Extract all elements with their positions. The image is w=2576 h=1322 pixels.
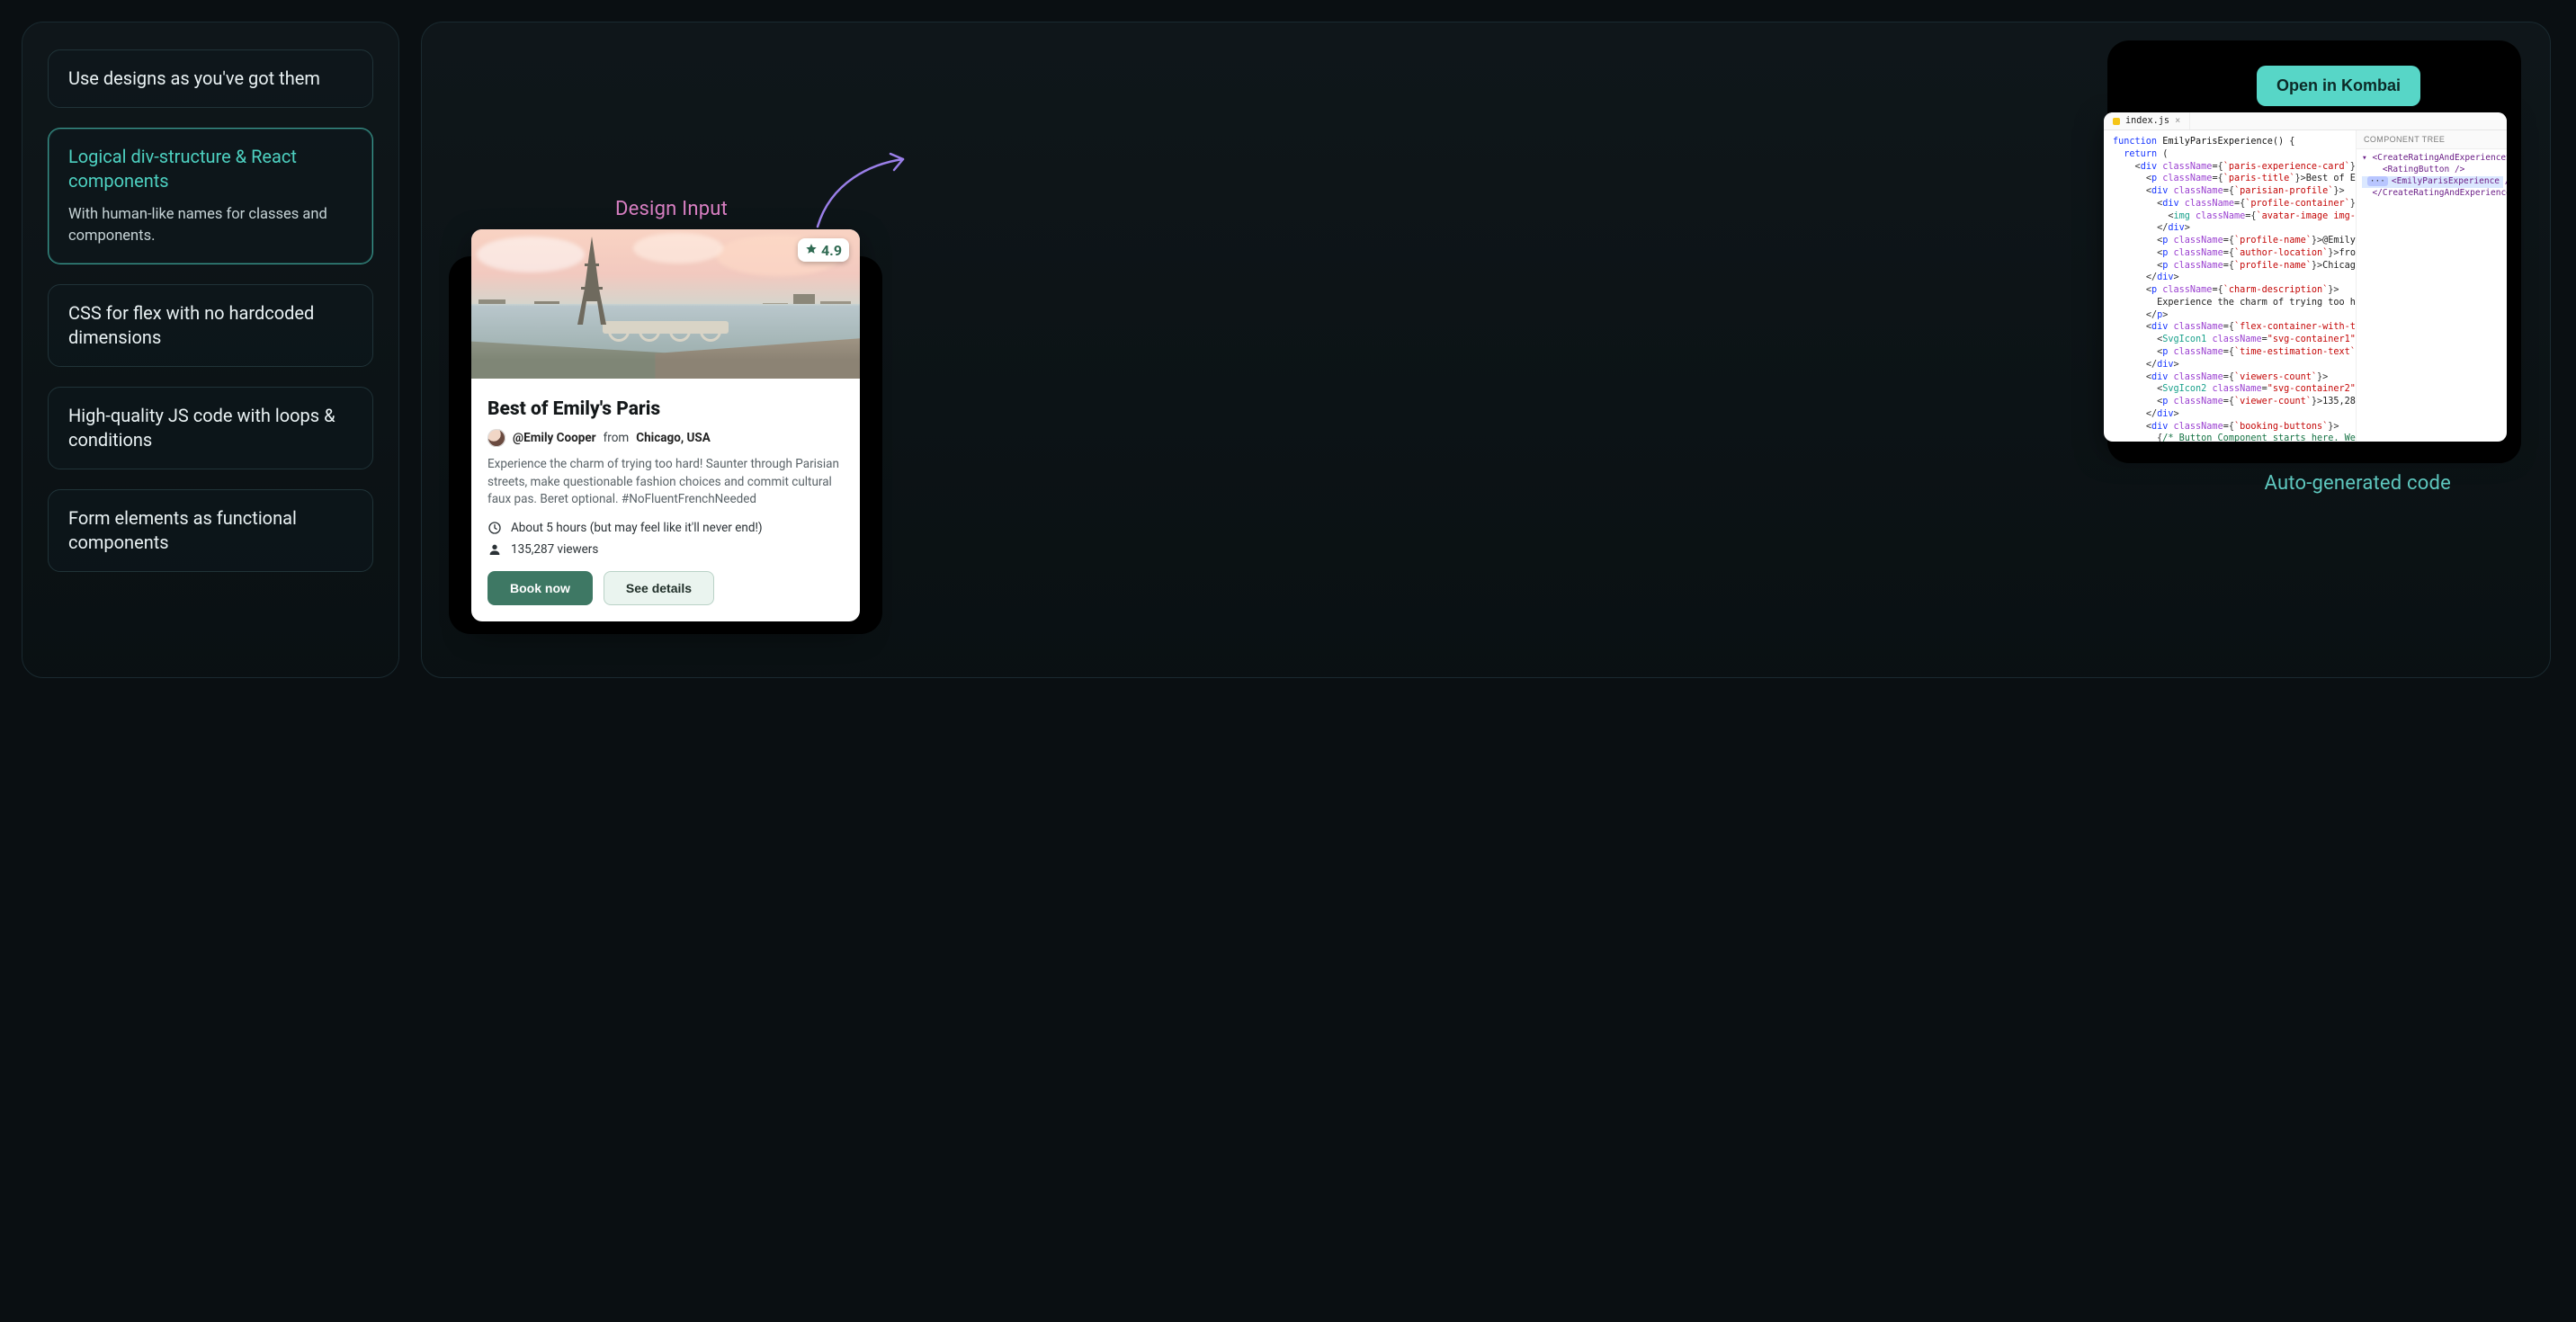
autogen-label: Auto-generated code <box>2265 472 2451 495</box>
card-title: Best of Emily's Paris <box>487 398 844 420</box>
viewers-text: 135,287 viewers <box>511 542 598 557</box>
feature-title: Form elements as functional components <box>68 506 353 555</box>
rating-badge: 4.9 <box>798 238 849 262</box>
design-card: 4.9 Best of Emily's Paris @Emily Cooper … <box>471 229 860 621</box>
byline: @Emily Cooper from Chicago, USA <box>487 429 844 447</box>
feature-title: Logical div-structure & React components <box>68 145 353 193</box>
feature-card-use-designs[interactable]: Use designs as you've got them <box>48 49 373 108</box>
hero-image: 4.9 <box>471 229 860 379</box>
feature-card-css-flex[interactable]: CSS for flex with no hardcoded dimension… <box>48 284 373 367</box>
feature-list: Use designs as you've got them Logical d… <box>22 22 399 678</box>
demo-panel: Design Input Open in Figma <box>421 22 2551 678</box>
close-icon[interactable]: × <box>2175 115 2180 128</box>
duration-text: About 5 hours (but may feel like it'll n… <box>511 521 763 535</box>
eiffel-tower-icon <box>574 237 610 326</box>
code-pane[interactable]: function EmilyParisExperience() { return… <box>2104 130 2356 442</box>
clock-icon <box>487 521 502 535</box>
avatar <box>487 429 505 447</box>
arrow-icon <box>813 141 921 231</box>
feature-title: CSS for flex with no hardcoded dimension… <box>68 301 353 350</box>
open-in-kombai-button[interactable]: Open in Kombai <box>2257 66 2420 106</box>
tree-header: COMPONENT TREE <box>2357 130 2507 149</box>
design-input-label: Design Input <box>615 198 728 220</box>
book-now-button[interactable]: Book now <box>487 571 593 605</box>
tab-name: index.js <box>2125 115 2169 128</box>
feature-card-logical-div[interactable]: Logical div-structure & React components… <box>48 128 373 264</box>
duration-row: About 5 hours (but may feel like it'll n… <box>487 521 844 535</box>
person-icon <box>487 542 502 557</box>
from-label: from <box>604 431 630 445</box>
code-editor: index.js × function EmilyParisExperience… <box>2104 112 2507 442</box>
feature-card-js-code[interactable]: High-quality JS code with loops & condit… <box>48 387 373 469</box>
component-tree: COMPONENT TREE ▾ <CreateRatingAndExperie… <box>2356 130 2507 442</box>
feature-title: High-quality JS code with loops & condit… <box>68 404 353 452</box>
js-icon <box>2113 118 2120 125</box>
author-location: Chicago, USA <box>636 431 711 445</box>
feature-card-form-elements[interactable]: Form elements as functional components <box>48 489 373 572</box>
card-description: Experience the charm of trying too hard!… <box>487 456 844 509</box>
editor-tab[interactable]: index.js × <box>2104 112 2190 130</box>
star-icon <box>805 242 818 259</box>
see-details-button[interactable]: See details <box>604 571 714 605</box>
viewers-row: 135,287 viewers <box>487 542 844 557</box>
feature-description: With human-like names for classes and co… <box>68 204 353 247</box>
feature-title: Use designs as you've got them <box>68 67 353 91</box>
rating-value: 4.9 <box>821 242 842 259</box>
author-handle: @Emily Cooper <box>513 431 596 445</box>
